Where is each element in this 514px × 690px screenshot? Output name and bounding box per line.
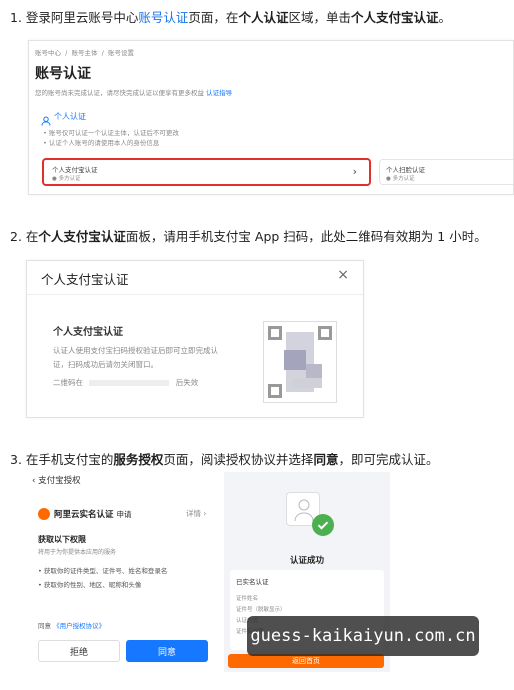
- step-3-part: 3. 在手机支付宝的: [10, 452, 114, 467]
- chevron-right-icon: ›: [352, 165, 357, 178]
- step-1-part: 页面，在: [188, 10, 239, 25]
- step-3-bold: 同意: [313, 452, 339, 467]
- step-2-text: 2. 在个人支付宝认证面板，请用手机支付宝 App 扫码，此处二维码有效期为 1…: [10, 228, 487, 246]
- alipay-auth-card[interactable]: 个人支付宝认证 ● 多方认证 ›: [42, 158, 371, 186]
- result-row: 证件姓名: [236, 596, 259, 602]
- card-sub: ● 多方认证: [386, 176, 415, 182]
- app-name: 阿里云实名认证: [54, 510, 114, 520]
- agreement-line: 同意 《用户授权协议》: [38, 620, 105, 630]
- personal-auth-section: 个人认证: [54, 112, 86, 121]
- step-1-part: 。: [438, 10, 451, 25]
- step-2-bold: 个人支付宝认证: [38, 229, 126, 244]
- divider: [27, 294, 363, 295]
- page-title: 账号认证: [35, 66, 91, 82]
- step-3-text: 3. 在手机支付宝的服务授权页面，阅读授权协议并选择同意，即可完成认证。: [10, 451, 438, 469]
- step-2-part: 面板，请用手机支付宝 App 扫码，此处二维码有效期为 1 小时。: [125, 229, 487, 244]
- step-2-part: 2. 在: [10, 229, 39, 244]
- reject-button[interactable]: 拒绝: [38, 640, 120, 662]
- step-1-bold: 个人支付宝认证: [350, 10, 439, 25]
- panel-heading: 个人支付宝认证: [53, 327, 123, 338]
- step-1-bold: 个人认证: [238, 10, 289, 25]
- app-name-line: 阿里云实名认证 申请: [54, 508, 131, 520]
- subtitle-text: 您的账号尚未完成认证，请尽快完成认证以便享有更多权益: [35, 89, 204, 97]
- perm-text: 获取你的性别、地区、昵称和头像: [43, 581, 142, 589]
- user-icon: [41, 111, 51, 126]
- redacted-time: [89, 380, 170, 386]
- bullet-item: • 认证个人账号的请使用本人的身份信息: [43, 139, 160, 147]
- result-row: 证件号（脱敏显示）: [236, 607, 286, 613]
- success-title: 认证成功: [289, 556, 324, 566]
- perm-item: • 获取你的证件类型、证件号、姓名和登录名: [38, 567, 168, 575]
- guide-link[interactable]: 认证指导: [206, 89, 232, 97]
- accept-button[interactable]: 同意: [126, 640, 208, 662]
- qr-expiry: 二维码在 后失效: [53, 377, 198, 388]
- card-sub-text: 多方认证: [392, 176, 415, 182]
- agreement-link[interactable]: 《用户授权协议》: [53, 622, 105, 630]
- step-3-part: 页面，阅读授权协议并选择: [163, 452, 314, 467]
- account-auth-screenshot: 账号中心 / 账号主体 / 账号设置 账号认证 您的账号尚未完成认证，请尽快完成…: [28, 40, 514, 195]
- perm-text: 获取你的证件类型、证件号、姓名和登录名: [43, 567, 168, 575]
- result-title: 已实名认证: [236, 578, 269, 586]
- card-title: 个人支付宝认证: [52, 166, 98, 174]
- bullet-text: 认证个人账号的请使用本人的身份信息: [48, 139, 160, 147]
- card-sub: ● 多方认证: [52, 176, 81, 182]
- breadcrumb-item[interactable]: 账号主体: [71, 49, 97, 57]
- step-1-part: 1. 登录阿里云账号中心: [10, 10, 139, 25]
- back-nav[interactable]: ‹ 支付宝授权: [32, 474, 81, 486]
- panel-title: 个人支付宝认证: [41, 272, 129, 287]
- account-auth-link[interactable]: 账号认证: [138, 10, 188, 25]
- bullet-item: • 账号仅可认证一个认证主体，认证后不可更改: [43, 129, 179, 137]
- bullet-text: 账号仅可认证一个认证主体，认证后不可更改: [48, 129, 179, 137]
- card-title: 个人扫脸认证: [386, 166, 425, 174]
- card-sub-text: 多方认证: [58, 176, 81, 182]
- app-tag: 申请: [116, 510, 132, 519]
- alipay-authorize-screen: ‹ 支付宝授权 阿里云实名认证 申请 详情 › 获取以下权限 将用于为你提供本应…: [28, 470, 218, 680]
- step-1-text: 1. 登录阿里云账号中心账号认证页面，在个人认证区域，单击个人支付宝认证。: [10, 9, 451, 27]
- watermark-label: guess-kaikaiyun.com.cn: [247, 616, 479, 656]
- detail-link[interactable]: 详情 ›: [186, 508, 206, 519]
- close-icon[interactable]: ×: [337, 267, 349, 283]
- breadcrumb-item[interactable]: 账号设置: [108, 49, 134, 57]
- perm-item: • 获取你的性别、地区、昵称和头像: [38, 581, 142, 589]
- page-subtitle: 您的账号尚未完成认证，请尽快完成认证以便享有更多权益 认证指导: [35, 87, 232, 97]
- face-auth-card[interactable]: 个人扫脸认证 ● 多方认证: [379, 159, 513, 185]
- alipay-qr-panel: 个人支付宝认证 × 个人支付宝认证 认证人使用支付宝扫码授权验证后即可立即完成认…: [26, 260, 364, 418]
- aliyun-logo-icon: [38, 508, 50, 520]
- step-3-bold: 服务授权: [113, 452, 164, 467]
- perm-sub: 将用于为你提供本应用的服务: [38, 549, 117, 556]
- step-3-part: ，即可完成认证。: [338, 452, 439, 467]
- check-icon: [312, 514, 334, 536]
- panel-desc: 认证人使用支付宝扫码授权验证后即可立即完成认: [53, 346, 218, 355]
- agree-text: 同意: [38, 622, 51, 630]
- panel-desc: 证，扫码成功后请勿关闭窗口。: [53, 360, 158, 369]
- breadcrumb-item[interactable]: 账号中心: [35, 49, 61, 57]
- breadcrumb: 账号中心 / 账号主体 / 账号设置: [35, 49, 134, 57]
- return-home-button[interactable]: 返回首页: [228, 654, 384, 668]
- qr-code: [263, 321, 337, 403]
- step-1-part: 区域，单击: [288, 10, 351, 25]
- expiry-text: 后失效: [175, 378, 199, 387]
- perm-title: 获取以下权限: [38, 535, 86, 544]
- expiry-text: 二维码在: [53, 378, 83, 387]
